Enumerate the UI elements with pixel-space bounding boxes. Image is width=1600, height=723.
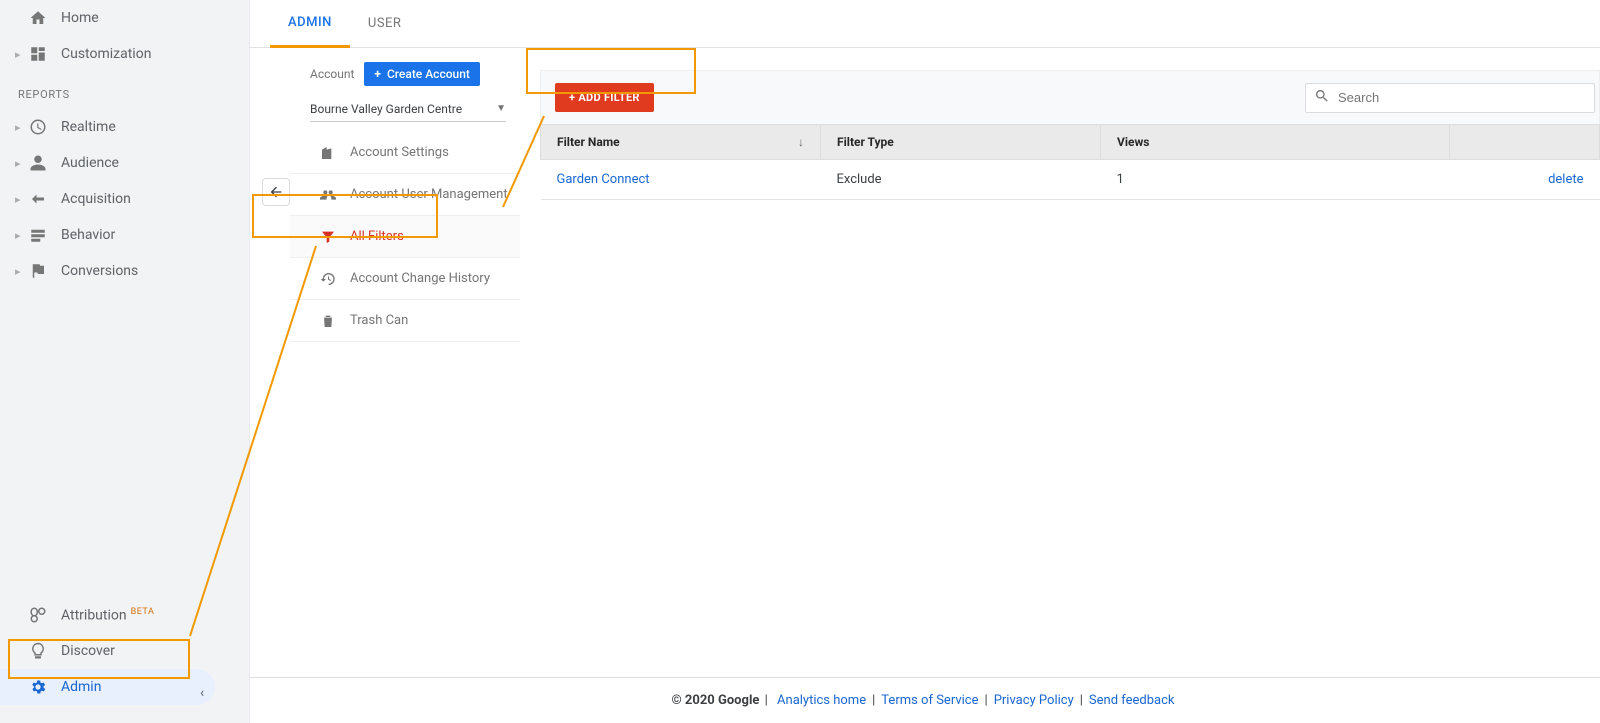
trash-icon	[316, 313, 340, 329]
sidebar-label: Discover	[61, 643, 115, 659]
people-icon	[316, 187, 340, 203]
chevron-right-icon: ▸	[15, 48, 23, 61]
sidebar-item-audience[interactable]: ▸ Audience	[0, 145, 249, 181]
behavior-icon	[27, 226, 49, 244]
sidebar-item-discover[interactable]: Discover	[0, 633, 249, 669]
search-icon	[1314, 88, 1330, 108]
filter-name-cell[interactable]: Garden Connect	[541, 160, 821, 200]
account-menu-settings[interactable]: Account Settings	[290, 132, 520, 174]
tab-admin[interactable]: ADMIN	[270, 1, 350, 48]
search-field-wrapper[interactable]	[1305, 83, 1595, 113]
plus-icon: +	[374, 67, 381, 81]
sidebar-item-realtime[interactable]: ▸ Realtime	[0, 109, 249, 145]
sidebar-label: Customization	[61, 46, 151, 62]
sidebar-label: Audience	[61, 155, 119, 171]
chevron-right-icon: ▸	[15, 193, 23, 206]
sidebar-item-attribution[interactable]: Attribution BETA	[0, 597, 249, 633]
sidebar-label: Home	[61, 10, 99, 26]
building-icon	[316, 145, 340, 161]
account-selected-value: Bourne Valley Garden Centre	[310, 102, 462, 116]
footer-link-feedback[interactable]: Send feedback	[1089, 693, 1175, 708]
sidebar-label: Admin	[61, 679, 101, 695]
account-menu-filters[interactable]: All Filters	[290, 216, 520, 258]
chevron-right-icon: ▸	[15, 121, 23, 134]
sidebar-label: Realtime	[61, 119, 116, 135]
beta-badge: BETA	[131, 607, 155, 617]
person-icon	[27, 154, 49, 172]
account-label: Account	[310, 67, 354, 81]
filter-views-cell: 1	[1101, 160, 1450, 200]
filters-content: + ADD FILTER Filter Name↓ Filter Type Vi…	[520, 48, 1600, 723]
sidebar-item-behavior[interactable]: ▸ Behavior	[0, 217, 249, 253]
sidebar-item-acquisition[interactable]: ▸ Acquisition	[0, 181, 249, 217]
sidebar-item-customization[interactable]: ▸ Customization	[0, 36, 249, 72]
account-panel: Account + Create Account Bourne Valley G…	[290, 48, 520, 723]
flag-icon	[27, 262, 49, 280]
sidebar-item-home[interactable]: ▶ Home	[0, 0, 249, 36]
filter-icon	[316, 229, 340, 245]
sidebar-label: Behavior	[61, 227, 115, 243]
account-menu-label: Trash Can	[350, 313, 408, 328]
footer-link-terms[interactable]: Terms of Service	[881, 693, 978, 708]
chevron-right-icon: ▸	[15, 157, 23, 170]
clock-icon	[27, 118, 49, 136]
home-icon	[27, 9, 49, 27]
sidebar-label: Attribution	[61, 607, 127, 623]
col-views[interactable]: Views	[1101, 125, 1450, 160]
create-account-button[interactable]: + Create Account	[364, 62, 479, 86]
col-filter-type[interactable]: Filter Type	[821, 125, 1101, 160]
history-icon	[316, 271, 340, 287]
account-menu-label: All Filters	[350, 229, 404, 244]
account-menu-label: Account Change History	[350, 271, 490, 286]
sort-arrow-icon: ↓	[798, 135, 804, 149]
caret-down-icon: ▼	[496, 103, 506, 114]
footer-copyright: © 2020 Google	[671, 693, 759, 708]
filters-table: Filter Name↓ Filter Type Views Garden Co…	[540, 124, 1600, 200]
add-filter-button[interactable]: + ADD FILTER	[555, 83, 654, 112]
footer-link-privacy[interactable]: Privacy Policy	[994, 693, 1074, 708]
sidebar-item-admin[interactable]: Admin	[0, 669, 215, 705]
col-filter-name[interactable]: Filter Name↓	[541, 125, 821, 160]
account-selector[interactable]: Bourne Valley Garden Centre ▼	[310, 96, 506, 122]
tab-user[interactable]: USER	[350, 0, 420, 47]
search-input[interactable]	[1336, 89, 1586, 106]
back-button[interactable]	[262, 178, 290, 206]
sidebar-label: Conversions	[61, 263, 138, 279]
account-menu-trash[interactable]: Trash Can	[290, 300, 520, 342]
account-menu-label: Account Settings	[350, 145, 449, 160]
collapse-sidebar-icon[interactable]: ‹	[200, 685, 204, 701]
sidebar-section-header: REPORTS	[0, 72, 249, 109]
account-menu-label: Account User Management	[350, 187, 508, 202]
create-account-label: Create Account	[387, 67, 470, 81]
filter-type-cell: Exclude	[821, 160, 1101, 200]
table-row: Garden ConnectExclude1delete	[541, 160, 1600, 200]
sidebar-label: Acquisition	[61, 191, 131, 207]
main-area: ADMIN USER Account + Create Account Bour…	[250, 0, 1600, 723]
gear-icon	[27, 678, 49, 696]
lightbulb-icon	[27, 642, 49, 660]
account-menu-history[interactable]: Account Change History	[290, 258, 520, 300]
dashboard-icon	[27, 45, 49, 63]
col-actions	[1450, 125, 1600, 160]
filters-toolbar: + ADD FILTER	[540, 70, 1600, 124]
account-menu-users[interactable]: Account User Management	[290, 174, 520, 216]
attribution-icon	[27, 606, 49, 624]
chevron-right-icon: ▸	[15, 229, 23, 242]
page-footer: © 2020 Google | Analytics home | Terms o…	[250, 677, 1600, 723]
chevron-right-icon: ▸	[15, 265, 23, 278]
tab-bar: ADMIN USER	[250, 0, 1600, 48]
acquisition-icon	[27, 190, 49, 208]
delete-link[interactable]: delete	[1450, 160, 1600, 200]
sidebar-item-conversions[interactable]: ▸ Conversions	[0, 253, 249, 289]
footer-link-analytics-home[interactable]: Analytics home	[777, 693, 866, 708]
left-sidebar: ▶ Home ▸ Customization REPORTS ▸ Realtim…	[0, 0, 250, 723]
